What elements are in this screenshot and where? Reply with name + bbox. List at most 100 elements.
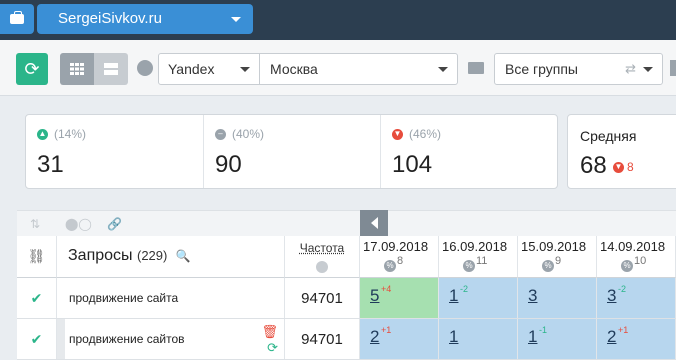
position-cell[interactable]: 1 -2 — [439, 278, 518, 318]
position-change: +1 — [381, 325, 391, 335]
date-column-header[interactable]: 17.09.2018 % 8 — [360, 236, 439, 278]
position-change: +1 — [618, 325, 628, 335]
position-change: +4 — [381, 284, 391, 294]
date-label: 17.09.2018 — [363, 239, 428, 254]
date-column-header[interactable]: 15.09.2018 % 9 — [518, 236, 597, 278]
row-status: ✔ — [17, 278, 57, 318]
link-icon: ⛓ — [28, 248, 46, 265]
position-value: 2 — [607, 327, 616, 347]
list-view-button[interactable] — [94, 53, 128, 85]
position-change: -1 — [539, 325, 547, 335]
site-name: SergeiSivkov.ru — [58, 10, 162, 27]
search-engine-select[interactable]: Yandex — [158, 53, 260, 85]
date-label: 14.09.2018 — [600, 239, 665, 254]
queries-column-header[interactable]: Запросы (229) 🔍 — [57, 236, 285, 278]
table-toolbar: ⇅ ⬤◯ 🔗 — [17, 210, 676, 236]
filter-toolbar: ⟳ Yandex Москва Все группы ⇄ — [0, 40, 676, 96]
position-value: 1 — [449, 327, 458, 347]
arrow-down-icon: ▼ — [392, 129, 403, 140]
stat-percent: (46%) — [409, 127, 441, 141]
position-value: 3 — [607, 286, 616, 306]
position-value: 2 — [370, 327, 379, 347]
query-text: продвижение сайтов — [69, 332, 185, 346]
percent-icon: % — [463, 260, 475, 272]
arrow-down-icon: ▼ — [613, 162, 624, 173]
query-cell[interactable]: продвижение сайта — [57, 278, 285, 318]
globe-icon — [316, 261, 328, 273]
collapse-columns-button[interactable] — [360, 210, 388, 236]
refresh-icon[interactable]: ⟳ — [267, 340, 278, 356]
frequency-label: Частота — [285, 241, 359, 255]
groups-value: Все группы — [505, 61, 578, 77]
date-label: 15.09.2018 — [521, 239, 586, 254]
toggle-icon[interactable]: ⬤◯ — [65, 217, 92, 231]
sort-icon[interactable]: ⇅ — [30, 217, 40, 231]
link-icon[interactable]: 🔗 — [107, 217, 122, 231]
date-column-header[interactable]: 16.09.2018 % 11 — [439, 236, 518, 278]
chevron-down-icon — [643, 67, 653, 72]
region-select[interactable]: Москва — [259, 53, 458, 85]
grid-view-button[interactable] — [60, 53, 94, 85]
chevron-down-icon — [438, 67, 448, 72]
position-cell[interactable]: 1 — [439, 319, 518, 359]
check-icon: ✔ — [31, 290, 43, 307]
top-bar: SergeiSivkov.ru — [0, 0, 676, 40]
site-selector[interactable]: SergeiSivkov.ru — [37, 4, 253, 34]
stat-percent: (40%) — [232, 127, 264, 141]
average-delta-value: 8 — [627, 160, 634, 174]
position-change: -2 — [460, 284, 468, 294]
position-cell[interactable]: 1 -1 — [518, 319, 597, 359]
position-value: 1 — [528, 327, 537, 347]
date-percent: 11 — [476, 255, 487, 267]
columns-icon[interactable] — [670, 60, 676, 76]
position-value: 3 — [528, 286, 537, 306]
stat-same: – (40%) 90 — [204, 115, 381, 188]
stat-up: ▲ (14%) 31 — [26, 115, 204, 188]
chevron-down-icon — [240, 67, 250, 72]
view-toggle — [60, 53, 128, 85]
projects-button[interactable] — [0, 4, 34, 34]
average-value: 68 — [580, 152, 607, 180]
stat-value: 31 — [37, 151, 64, 179]
row-status: ✔ — [17, 319, 57, 359]
trash-icon[interactable]: 🗑 — [261, 324, 278, 340]
globe-icon — [137, 60, 153, 76]
list-icon — [104, 63, 118, 75]
position-cell[interactable]: 2 +1 — [597, 319, 676, 359]
table-row: ✔ продвижение сайта 94701 5 +4 1 -2 3 3 … — [17, 278, 676, 319]
queries-count: (229) — [137, 248, 167, 263]
groups-select[interactable]: Все группы ⇄ — [494, 53, 663, 85]
position-change: -2 — [618, 284, 626, 294]
query-cell[interactable]: продвижение сайтов 🗑 ⟳ — [57, 319, 285, 359]
date-percent: 10 — [634, 255, 646, 267]
position-cell[interactable]: 3 -2 — [597, 278, 676, 318]
link-column-header[interactable]: ⛓ — [17, 236, 57, 278]
refresh-icon: ⟳ — [24, 59, 39, 80]
minus-icon: – — [215, 129, 226, 140]
queries-label: Запросы — [68, 247, 133, 264]
date-label: 16.09.2018 — [442, 239, 507, 254]
table-row: ✔ продвижение сайтов 🗑 ⟳ 94701 2 +1 1 1 … — [17, 319, 676, 360]
stat-percent: (14%) — [54, 127, 86, 141]
arrow-up-icon: ▲ — [37, 129, 48, 140]
average-delta: ▼ 8 — [613, 160, 634, 174]
date-percent: 9 — [555, 255, 561, 267]
position-cell[interactable]: 5 +4 — [360, 278, 439, 318]
sync-icon: ⇄ — [625, 54, 636, 84]
position-value: 5 — [370, 286, 379, 306]
percent-icon: % — [542, 260, 554, 272]
frequency-column-header[interactable]: Частота — [285, 236, 360, 278]
position-cell[interactable]: 3 — [518, 278, 597, 318]
search-icon[interactable]: 🔍 — [176, 249, 191, 263]
refresh-button[interactable]: ⟳ — [16, 53, 48, 85]
percent-icon: % — [384, 260, 396, 272]
chevron-down-icon — [231, 17, 241, 22]
average-position-card: Средняя 68 ▼ 8 — [567, 114, 676, 189]
position-cell[interactable]: 2 +1 — [360, 319, 439, 359]
chevron-left-icon — [371, 217, 378, 229]
position-value: 1 — [449, 286, 458, 306]
briefcase-icon — [10, 14, 24, 24]
date-column-header[interactable]: 14.09.2018 % 10 — [597, 236, 676, 278]
region-value: Москва — [270, 61, 318, 77]
frequency-cell: 94701 — [285, 319, 360, 359]
